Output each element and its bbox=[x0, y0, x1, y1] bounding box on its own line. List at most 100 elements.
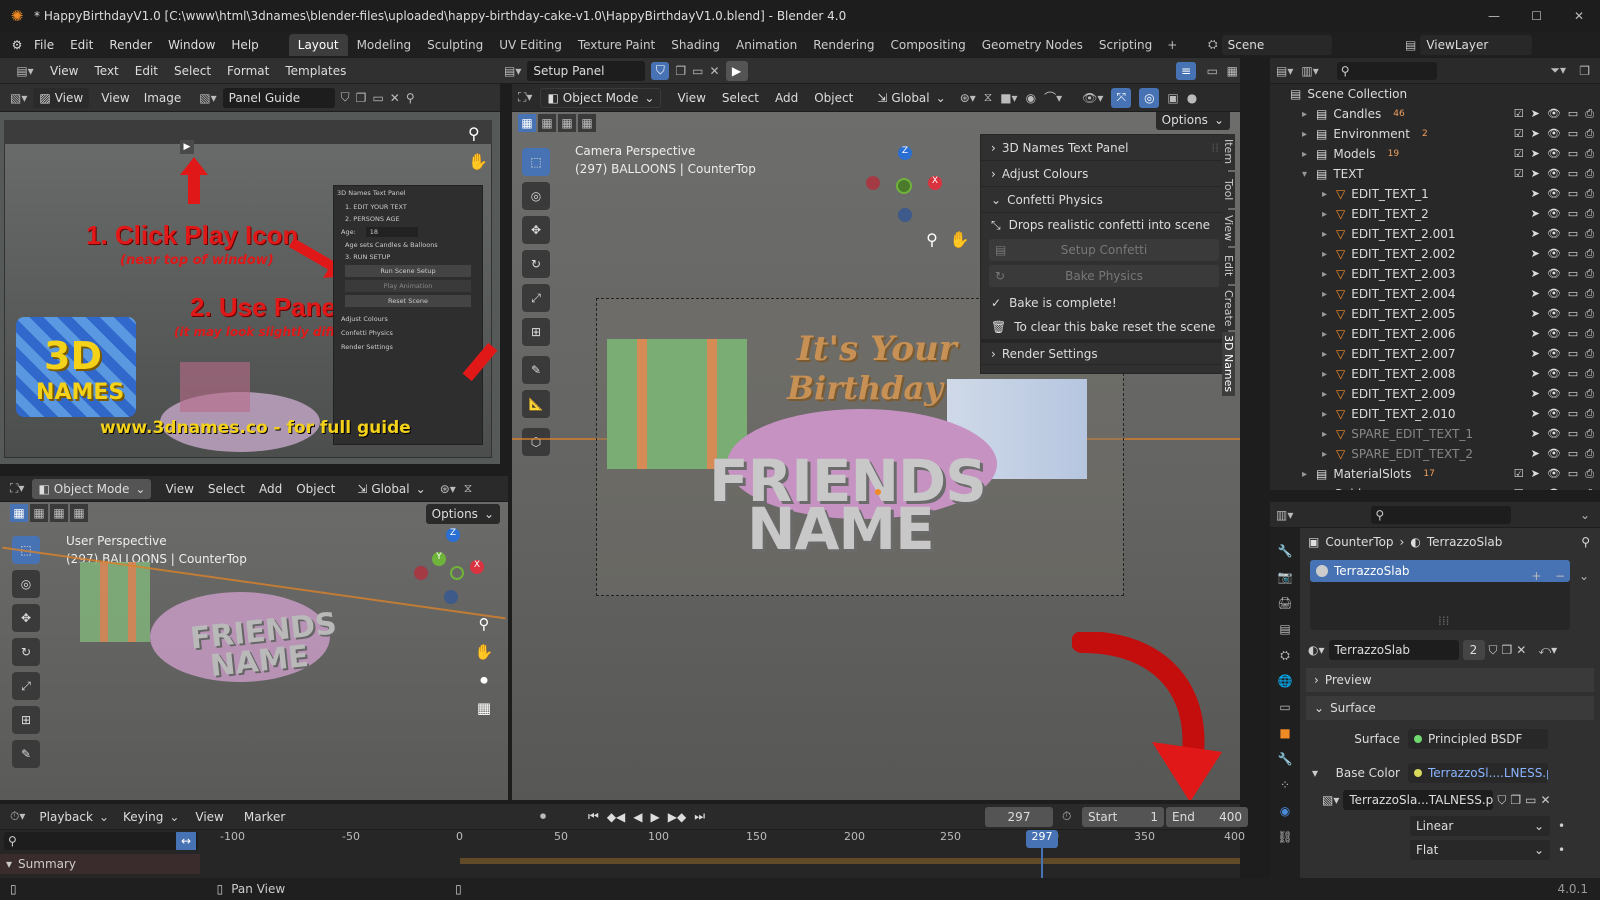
small-viewport[interactable]: ▦ ▦ ▦ ▦ Options ⌄ User Perspective (297) … bbox=[0, 502, 508, 800]
gizmo-neg-x-icon[interactable] bbox=[866, 176, 880, 190]
new-image-icon[interactable]: ❐ bbox=[356, 91, 367, 105]
select-arrow-icon[interactable]: ➤ bbox=[1531, 307, 1540, 321]
select-arrow-icon[interactable]: ➤ bbox=[1531, 407, 1540, 421]
select-extend-icon[interactable]: ▦ bbox=[30, 504, 48, 522]
options-dropdown[interactable]: Options ⌄ bbox=[425, 504, 500, 524]
gizmo-x-icon[interactable]: X bbox=[928, 176, 942, 190]
ortho-grid-icon[interactable]: ▦ bbox=[472, 694, 496, 722]
monitor-icon[interactable]: ▭ bbox=[1568, 107, 1578, 121]
tab-compositing[interactable]: Compositing bbox=[883, 34, 972, 56]
eye-icon[interactable]: 👁 bbox=[1547, 127, 1561, 141]
menu-select[interactable]: Select bbox=[722, 91, 759, 105]
tab-item[interactable]: Item bbox=[1222, 134, 1235, 170]
menu-playback[interactable]: Playback bbox=[39, 810, 93, 824]
eye-icon[interactable]: 👁 bbox=[1547, 407, 1561, 421]
checkbox-icon[interactable]: ☑ bbox=[1514, 167, 1524, 181]
outliner-row[interactable]: ▸ ▽ EDIT_TEXT_2.003 ➤ 👁 ▭ ⎙ bbox=[1270, 264, 1600, 284]
camera-icon[interactable]: ⎙ bbox=[1585, 307, 1594, 321]
tab-create[interactable]: Create bbox=[1222, 286, 1235, 330]
select-intersect-icon[interactable]: ▦ bbox=[70, 504, 88, 522]
text-file-name[interactable]: Setup Panel bbox=[527, 60, 646, 81]
keyframe-dot-icon[interactable]: • bbox=[1558, 819, 1565, 833]
view-layer-icon[interactable]: ▤ bbox=[1270, 616, 1300, 642]
snap-target-icon[interactable]: ■▾ bbox=[1000, 91, 1017, 105]
eye-icon[interactable]: 👁 bbox=[1547, 227, 1561, 241]
maximize-icon[interactable]: ☐ bbox=[1531, 9, 1542, 23]
scene-selector[interactable]: ⛭ Scene bbox=[1208, 34, 1332, 55]
monitor-icon[interactable]: ▭ bbox=[1568, 227, 1578, 241]
chevron-right-icon[interactable]: ▸ bbox=[1322, 249, 1336, 260]
scene-name[interactable]: Scene bbox=[1221, 34, 1332, 55]
zoom-icon[interactable]: ⚲ bbox=[472, 610, 496, 638]
outliner-row[interactable]: ▸ ▽ EDIT_TEXT_2.008 ➤ 👁 ▭ ⎙ bbox=[1270, 364, 1600, 384]
fake-user-shield-icon[interactable]: ⛉ bbox=[651, 61, 670, 80]
chevron-right-icon[interactable]: ▸ bbox=[1322, 369, 1336, 380]
outliner-row[interactable]: ▸ ▽ SPARE_EDIT_TEXT_1 ➤ 👁 ▭ ⎙ bbox=[1270, 424, 1600, 444]
outliner-scene-collection[interactable]: ▤ Scene Collection bbox=[1270, 84, 1600, 104]
gizmo-neg-y-icon[interactable] bbox=[450, 566, 464, 580]
menu-image[interactable]: Image bbox=[144, 91, 182, 105]
add-cube-tool-icon[interactable]: ⬡ bbox=[522, 428, 550, 456]
camera-icon[interactable]: ⎙ bbox=[1585, 487, 1594, 490]
interpolation-dropdown[interactable]: Linear ⌄ bbox=[1410, 816, 1550, 836]
pivot-icon[interactable]: ⊛▾ bbox=[440, 482, 456, 496]
orientation-dropdown[interactable]: ⇲ Global ⌄ bbox=[871, 87, 952, 108]
menu-view[interactable]: View bbox=[195, 810, 223, 824]
select-arrow-icon[interactable]: ➤ bbox=[1531, 187, 1540, 201]
npanel-section-adjust-colours[interactable]: › Adjust Colours bbox=[981, 161, 1227, 187]
gizmo-y-icon[interactable] bbox=[896, 178, 912, 194]
eye-icon[interactable]: 👁 bbox=[1547, 287, 1561, 301]
camera-icon[interactable]: ⎙ bbox=[1585, 147, 1594, 161]
preview-panel[interactable]: › Preview bbox=[1306, 668, 1594, 692]
select-subtract-icon[interactable]: ▦ bbox=[558, 114, 576, 132]
duplicate-material-icon[interactable]: ❐ bbox=[1502, 643, 1513, 657]
monitor-icon[interactable]: ▭ bbox=[1568, 427, 1578, 441]
jump-start-icon[interactable]: ⏮ bbox=[588, 809, 599, 824]
line-numbers-icon[interactable]: ≡ bbox=[1176, 61, 1196, 80]
surface-panel[interactable]: ⌄ Surface bbox=[1306, 696, 1594, 720]
menu-render[interactable]: Render bbox=[109, 38, 152, 52]
transform-tool-icon[interactable]: ⊞ bbox=[12, 706, 40, 734]
output-props-icon[interactable]: 🖨 bbox=[1270, 590, 1300, 616]
camera-icon[interactable]: ⎙ bbox=[1585, 127, 1594, 141]
chevron-right-icon[interactable]: ▸ bbox=[1302, 489, 1316, 491]
outliner-row[interactable]: ▸ ▽ EDIT_TEXT_2.007 ➤ 👁 ▭ ⎙ bbox=[1270, 344, 1600, 364]
monitor-icon[interactable]: ▭ bbox=[1568, 247, 1578, 261]
menu-format[interactable]: Format bbox=[227, 64, 269, 78]
image-name-field[interactable]: Panel Guide bbox=[222, 87, 335, 108]
tab-3d-names[interactable]: 3D Names bbox=[1222, 332, 1235, 396]
outliner-row[interactable]: ▸ ▤ Models 19 ☑ ➤ 👁 ▭ ⎙ bbox=[1270, 144, 1600, 164]
image-browse-icon[interactable]: ▧▾ bbox=[1322, 793, 1339, 807]
measure-tool-icon[interactable]: 📐 bbox=[522, 390, 550, 418]
checkbox-icon[interactable]: ☑ bbox=[1514, 127, 1524, 141]
select-arrow-icon[interactable]: ➤ bbox=[1531, 287, 1540, 301]
camera-icon[interactable]: ⎙ bbox=[1585, 387, 1594, 401]
rotate-tool-icon[interactable]: ↻ bbox=[522, 250, 550, 278]
node-link-icon[interactable]: ⤺▾ bbox=[1538, 643, 1557, 658]
select-arrow-icon[interactable]: ➤ bbox=[1531, 227, 1540, 241]
eye-icon[interactable]: 👁 bbox=[1547, 347, 1561, 361]
add-workspace-icon[interactable]: + bbox=[1161, 38, 1183, 52]
timeline-body[interactable]: ⚲ ↔ ▾ Summary -100 -50 0 50 100 150 200 2… bbox=[0, 830, 1245, 878]
monitor-icon[interactable]: ▭ bbox=[1568, 207, 1578, 221]
eye-icon[interactable]: 👁 bbox=[1547, 447, 1561, 461]
menu-view[interactable]: View bbox=[165, 482, 193, 496]
properties-search[interactable]: ⚲ bbox=[1371, 505, 1512, 524]
select-arrow-icon[interactable]: ➤ bbox=[1531, 487, 1540, 490]
menu-marker[interactable]: Marker bbox=[244, 810, 285, 824]
camera-view-icon[interactable]: ⏺ bbox=[472, 666, 496, 694]
monitor-icon[interactable]: ▭ bbox=[1568, 187, 1578, 201]
small-gizmo[interactable]: Z Y X bbox=[412, 526, 492, 606]
select-intersect-icon[interactable]: ▦ bbox=[578, 114, 596, 132]
tab-geometry-nodes[interactable]: Geometry Nodes bbox=[975, 34, 1090, 56]
monitor-icon[interactable]: ▭ bbox=[1568, 447, 1578, 461]
cursor-tool-icon[interactable]: ◎ bbox=[12, 570, 40, 598]
gizmo-neg-z-icon[interactable] bbox=[898, 208, 912, 222]
camera-icon[interactable]: ⎙ bbox=[1585, 227, 1594, 241]
basecolor-field[interactable]: TerrazzoSl....LNESS.png bbox=[1408, 763, 1548, 783]
unlink-material-icon[interactable]: ✕ bbox=[1516, 643, 1526, 657]
chevron-right-icon[interactable]: ▸ bbox=[1322, 269, 1336, 280]
monitor-icon[interactable]: ▭ bbox=[1568, 267, 1578, 281]
open-text-icon[interactable]: ▭ bbox=[692, 64, 703, 78]
outliner-row[interactable]: ▸ ▽ EDIT_TEXT_2.009 ➤ 👁 ▭ ⎙ bbox=[1270, 384, 1600, 404]
